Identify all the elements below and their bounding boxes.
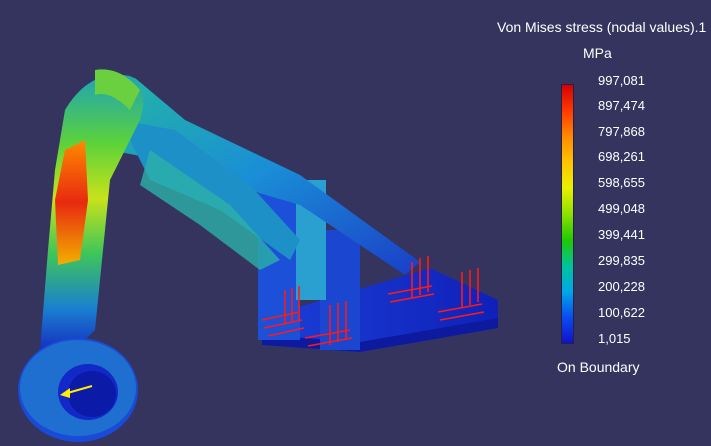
legend-tick-6: 399,441 xyxy=(598,227,645,242)
legend-tick-7: 299,835 xyxy=(598,253,645,268)
legend-tick-5: 499,048 xyxy=(598,201,645,216)
legend-unit: MPa xyxy=(583,45,612,61)
legend-tick-0: 997,081 xyxy=(598,73,645,88)
legend-tick-9: 100,622 xyxy=(598,305,645,320)
legend-tick-1: 897,474 xyxy=(598,98,645,113)
legend-tick-4: 598,655 xyxy=(598,175,645,190)
legend-tick-2: 797,868 xyxy=(598,124,645,139)
legend-tick-3: 698,261 xyxy=(598,149,645,164)
legend-footer: On Boundary xyxy=(557,359,640,375)
legend-tick-10: 1,015 xyxy=(598,331,631,346)
legend-tick-8: 200,228 xyxy=(598,279,645,294)
stress-colorbar[interactable] xyxy=(561,84,574,344)
3d-viewport[interactable] xyxy=(0,0,711,446)
main-arm[interactable] xyxy=(40,74,144,350)
legend-title: Von Mises stress (nodal values).1 xyxy=(497,19,707,35)
